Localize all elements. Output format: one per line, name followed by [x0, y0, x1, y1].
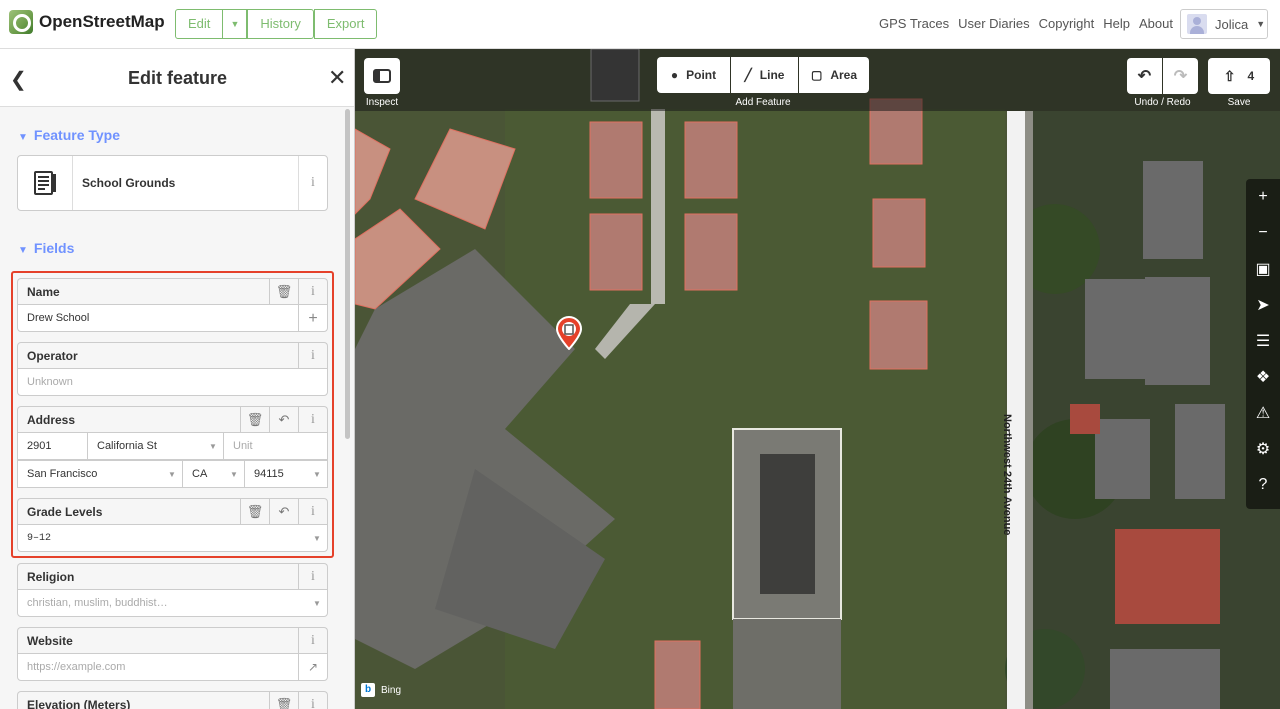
area-icon: ▢ [810, 68, 823, 82]
selected-school-pin-icon[interactable] [555, 316, 583, 350]
area-label: Area [830, 68, 858, 82]
chevron-down-icon: ▼ [18, 132, 28, 143]
logo-text: OpenStreetMap [39, 12, 165, 31]
field-label: Religion [27, 569, 75, 584]
line-icon: ╱ [744, 68, 752, 82]
avatar [1187, 14, 1207, 34]
field-label-row: Elevation (Meters) 🗑 i [17, 691, 328, 709]
chevron-down-icon: ▼ [313, 598, 321, 608]
add-line-button[interactable]: ╱ Line [731, 57, 798, 93]
upload-icon: ⇧ [1223, 67, 1236, 84]
export-button[interactable]: Export [313, 9, 378, 39]
undo-icon: ↶ [1137, 68, 1152, 85]
info-icon[interactable]: i [298, 628, 327, 653]
preferences-icon[interactable]: ⚙ [1246, 431, 1280, 467]
info-icon[interactable]: i [298, 156, 327, 210]
map-canvas[interactable]: Inspect ● Point ╱ Line ▢ Area Add Feature ↶… [355, 49, 1280, 709]
feature-type-toggle[interactable]: ▼ Feature Type [18, 127, 120, 143]
help-icon[interactable]: ? [1246, 467, 1280, 503]
add-feature-label: Add Feature [735, 97, 791, 108]
nav-help[interactable]: Help [1103, 16, 1130, 31]
feature-type-heading: Feature Type [33, 127, 121, 143]
fields-heading: Fields [33, 240, 75, 256]
layers-icon[interactable]: ☰ [1246, 323, 1280, 359]
edit-button[interactable]: Edit [175, 9, 224, 39]
redo-icon: ↷ [1173, 68, 1188, 85]
field-label-row: Website i [17, 627, 328, 653]
inspect-label: Inspect [365, 97, 399, 108]
add-area-button[interactable]: ▢ Area [799, 57, 869, 93]
religion-placeholder: christian, muslim, buddhist… [27, 597, 168, 609]
save-button[interactable]: ⇧ 4 [1208, 58, 1270, 94]
nav-user-diaries[interactable]: User Diaries [958, 16, 1030, 31]
preset-selector[interactable]: School Grounds i [17, 155, 328, 211]
edit-dropdown-icon[interactable]: ▼ [223, 9, 248, 39]
sidebar-header: ❮ Edit feature ✕ [0, 49, 354, 107]
save-label: Save [1227, 97, 1251, 108]
fields-toggle[interactable]: ▼ Fields [18, 240, 74, 256]
nav-copyright[interactable]: Copyright [1039, 16, 1095, 31]
chevron-down-icon: ▼ [18, 245, 28, 256]
issues-icon[interactable]: ⚠ [1246, 395, 1280, 431]
sidebar-scrollbar[interactable] [345, 109, 350, 439]
geolocate-icon[interactable]: ➤ [1246, 287, 1280, 323]
religion-input[interactable]: christian, muslim, buddhist… ▼ [17, 589, 328, 617]
user-name: Jolica [1215, 16, 1249, 32]
osm-logo-icon [9, 10, 33, 34]
close-icon[interactable]: ✕ [328, 65, 346, 91]
trash-icon[interactable]: 🗑 [269, 692, 298, 709]
osm-logo[interactable]: OpenStreetMap [9, 10, 165, 34]
nav-about[interactable]: About [1139, 16, 1173, 31]
nav-links: GPS Traces User Diaries Copyright Help A… [879, 16, 1182, 31]
religion-field: Religion i christian, muslim, buddhist… … [17, 563, 328, 617]
field-label: Website [27, 633, 73, 648]
imagery-label: Bing [381, 684, 402, 696]
street-label: Northwest 24th Avenue [1001, 414, 1020, 544]
zoom-to-selection-icon[interactable]: ▣ [1246, 251, 1280, 287]
zoom-out-icon[interactable]: − [1246, 215, 1280, 251]
undo-redo-label: Undo / Redo [1134, 97, 1191, 108]
school-icon [18, 156, 73, 210]
history-button[interactable]: History [247, 9, 314, 39]
map-pin-icon: ● [670, 68, 679, 82]
website-field: Website i https://example.com ↗ [17, 627, 328, 681]
highlight-box [11, 271, 334, 558]
sidebar: ❮ Edit feature ✕ ▼ Feature Type School Gr… [0, 49, 355, 709]
redo-button[interactable]: ↷ [1163, 58, 1198, 94]
point-label: Point [686, 68, 717, 82]
elevation-field: Elevation (Meters) 🗑 i [17, 691, 328, 709]
nav-gps-traces[interactable]: GPS Traces [879, 16, 949, 31]
bing-logo-icon: b [361, 683, 375, 697]
zoom-in-icon[interactable]: + [1246, 179, 1280, 215]
info-icon[interactable]: i [298, 564, 327, 589]
info-icon[interactable]: i [298, 692, 327, 709]
undo-button[interactable]: ↶ [1127, 58, 1162, 94]
field-label-row: Religion i [17, 563, 328, 589]
street-name: Northwest 24th Avenue [1001, 414, 1013, 536]
add-point-button[interactable]: ● Point [657, 57, 730, 93]
external-link-icon[interactable]: ↗ [298, 653, 327, 681]
chevron-down-icon: ▼ [1256, 19, 1266, 29]
sidebar-toggle-button[interactable] [364, 58, 400, 94]
edit-button-group: Edit ▼ History Export [175, 9, 378, 39]
page-title: Edit feature [127, 68, 228, 88]
map-data-icon[interactable]: ❖ [1246, 359, 1280, 395]
sidebar-icon [373, 69, 391, 83]
map-controls: + − ▣ ➤ ☰ ❖ ⚠ ⚙ ? [1246, 179, 1280, 509]
user-menu[interactable]: Jolica ▼ [1180, 9, 1268, 39]
field-label: Elevation (Meters) [27, 697, 131, 709]
imagery-attribution[interactable]: b Bing [361, 683, 401, 697]
top-nav: OpenStreetMap Edit ▼ History Export GPS … [0, 0, 1280, 49]
website-input[interactable]: https://example.com ↗ [17, 653, 328, 681]
website-placeholder: https://example.com [27, 661, 126, 673]
satellite-imagery [355, 49, 1280, 709]
line-label: Line [759, 68, 785, 82]
preset-name: School Grounds [82, 176, 176, 190]
save-count: 4 [1247, 69, 1255, 83]
